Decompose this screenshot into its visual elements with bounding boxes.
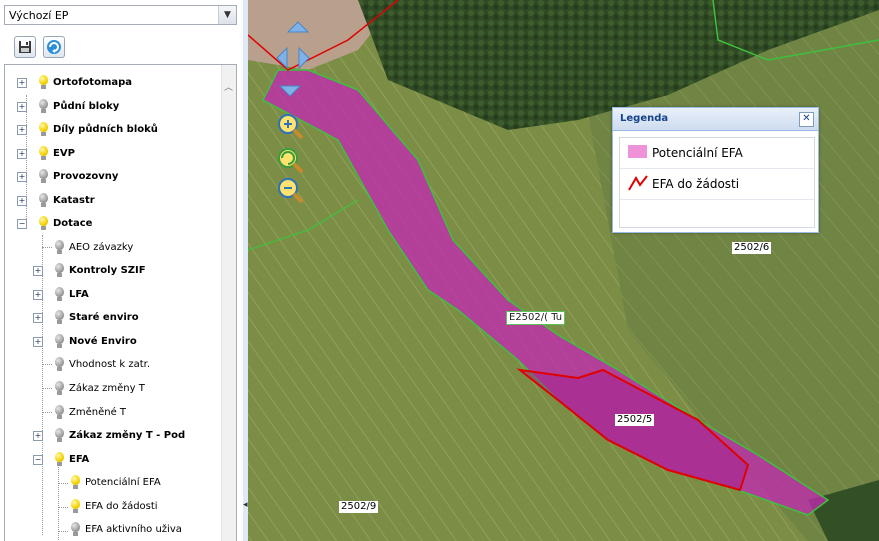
preset-select[interactable]: Výchozí EP ▼ bbox=[4, 5, 237, 25]
lightbulb-icon[interactable] bbox=[55, 357, 64, 371]
expand-icon[interactable]: + bbox=[17, 196, 27, 206]
tree-node-label: Zákaz změny T bbox=[69, 383, 145, 394]
tree-node-label: Katastr bbox=[53, 195, 95, 206]
pan-control[interactable] bbox=[276, 20, 316, 102]
floppy-disk-icon bbox=[19, 41, 31, 53]
zoom-control[interactable] bbox=[276, 112, 308, 208]
zoom-extent-icon bbox=[278, 148, 304, 174]
pan-left-icon bbox=[276, 46, 288, 70]
tree-node-label: Ortofotomapa bbox=[53, 77, 133, 88]
legend-header[interactable]: Legenda ✕ bbox=[613, 108, 818, 131]
tree-node-label: Kontroly SZIF bbox=[69, 265, 146, 276]
pan-up-icon bbox=[286, 21, 310, 33]
lightbulb-icon[interactable] bbox=[39, 75, 48, 89]
parcel-label: 2502/5 bbox=[615, 414, 655, 426]
refresh-button[interactable] bbox=[43, 36, 65, 58]
block-label: E2502/( Tu bbox=[506, 311, 566, 325]
pan-right-icon bbox=[298, 46, 310, 70]
tree-node-label: Zákaz změny T - Pod bbox=[69, 430, 186, 441]
parcel-label: 2502/9 bbox=[339, 501, 379, 513]
legend-item: EFA do žádosti bbox=[620, 169, 814, 200]
expand-icon[interactable]: + bbox=[17, 102, 27, 112]
tree-node-label: Změněné T bbox=[69, 407, 127, 418]
legend-item: Potenciální EFA bbox=[620, 138, 814, 169]
lightbulb-icon[interactable] bbox=[39, 169, 48, 183]
legend-title: Legenda bbox=[620, 113, 669, 124]
tree-node-label: EFA aktivního uživa bbox=[85, 524, 182, 535]
parcel-label: 2502/6 bbox=[732, 242, 772, 254]
tree-node-label: Dotace bbox=[53, 218, 93, 229]
lightbulb-icon[interactable] bbox=[55, 310, 64, 324]
lightbulb-icon[interactable] bbox=[55, 428, 64, 442]
lightbulb-icon[interactable] bbox=[55, 405, 64, 419]
tree-node-label: EFA bbox=[69, 454, 90, 465]
lightbulb-icon[interactable] bbox=[55, 263, 64, 277]
collapse-arrow-icon[interactable]: ◂ bbox=[243, 500, 248, 510]
scroll-up-icon[interactable]: ︿ bbox=[224, 80, 233, 93]
legend-body: Potenciální EFA EFA do žádosti bbox=[619, 137, 815, 228]
lightbulb-icon[interactable] bbox=[55, 452, 64, 466]
expand-icon[interactable]: + bbox=[33, 290, 43, 300]
expand-icon[interactable]: + bbox=[17, 78, 27, 88]
refresh-icon bbox=[47, 40, 61, 54]
pan-down-icon bbox=[278, 85, 302, 97]
expand-icon[interactable]: + bbox=[17, 125, 27, 135]
expand-icon[interactable]: + bbox=[17, 149, 27, 159]
legend-item-label: Potenciální EFA bbox=[652, 146, 743, 160]
layer-panel: Výchozí EP ▼ ︿ + Ortofotomapa + Půdní bl… bbox=[0, 0, 244, 541]
lightbulb-icon[interactable] bbox=[71, 475, 80, 489]
tree-node-label: Vhodnost k zatr. bbox=[69, 359, 151, 370]
expand-icon[interactable]: + bbox=[17, 172, 27, 182]
lightbulb-icon[interactable] bbox=[55, 287, 64, 301]
close-icon[interactable]: ✕ bbox=[799, 112, 814, 127]
legend-window: Legenda ✕ Potenciální EFA EFA do žádosti bbox=[612, 107, 819, 233]
lightbulb-icon[interactable] bbox=[39, 216, 48, 230]
tree-node-label: Nové Enviro bbox=[69, 336, 137, 347]
tree-node-label: EVP bbox=[53, 148, 75, 159]
tree-node-label: Provozovny bbox=[53, 171, 119, 182]
collapse-icon[interactable]: − bbox=[17, 219, 27, 229]
lightbulb-icon[interactable] bbox=[71, 499, 80, 513]
pink-fill-swatch-icon bbox=[628, 145, 647, 158]
collapse-icon[interactable]: − bbox=[33, 455, 43, 465]
lightbulb-icon[interactable] bbox=[55, 240, 64, 254]
lightbulb-icon[interactable] bbox=[55, 381, 64, 395]
tree-node-label: Potenciální EFA bbox=[85, 477, 161, 488]
layer-tree: ︿ + Ortofotomapa + Půdní bloky + Díly pů… bbox=[4, 64, 237, 541]
zoom-in-icon bbox=[278, 114, 304, 140]
lightbulb-icon[interactable] bbox=[39, 193, 48, 207]
chevron-down-icon[interactable]: ▼ bbox=[218, 6, 236, 24]
zoom-out-icon bbox=[278, 178, 304, 204]
map-canvas[interactable] bbox=[248, 0, 879, 541]
lightbulb-icon[interactable] bbox=[55, 334, 64, 348]
tree-node-label: Půdní bloky bbox=[53, 101, 120, 112]
lightbulb-icon[interactable] bbox=[71, 522, 80, 536]
lightbulb-icon[interactable] bbox=[39, 122, 48, 136]
expand-icon[interactable]: + bbox=[33, 266, 43, 276]
save-button[interactable] bbox=[14, 36, 36, 58]
tree-node-label: Díly půdních bloků bbox=[53, 124, 158, 135]
map-view[interactable]: 2502/6 2502/5 2502/9 E2502/( Tu bbox=[248, 0, 879, 541]
tree-node-label: EFA do žádosti bbox=[85, 501, 158, 512]
tree-node-label: LFA bbox=[69, 289, 89, 300]
expand-icon[interactable]: + bbox=[33, 431, 43, 441]
tree-scrollbar[interactable]: ︿ bbox=[221, 65, 236, 541]
legend-item-label: EFA do žádosti bbox=[652, 177, 740, 191]
expand-icon[interactable]: + bbox=[33, 313, 43, 323]
red-line-icon bbox=[628, 175, 648, 191]
preset-select-value: Výchozí EP bbox=[9, 9, 69, 22]
lightbulb-icon[interactable] bbox=[39, 146, 48, 160]
expand-icon[interactable]: + bbox=[33, 337, 43, 347]
tree-node-label: Staré enviro bbox=[69, 312, 139, 323]
tree-node-label: AEO závazky bbox=[69, 242, 134, 253]
lightbulb-icon[interactable] bbox=[39, 99, 48, 113]
